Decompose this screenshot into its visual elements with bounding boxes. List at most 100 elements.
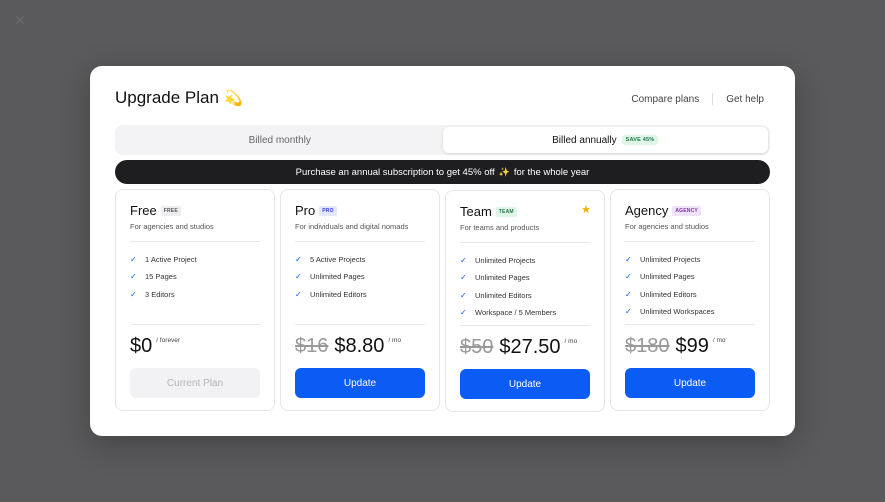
- plan-header: Agency AGENCY: [625, 203, 701, 218]
- plan-card-agency: Agency AGENCY For agencies and studios ✓…: [610, 189, 770, 411]
- plan-cards: Free FREE For agencies and studios ✓ 1 Ac…: [115, 189, 770, 412]
- billed-monthly-option[interactable]: Billed monthly: [117, 127, 443, 153]
- plan-card-free: Free FREE For agencies and studios ✓ 1 Ac…: [115, 189, 275, 411]
- check-icon: ✓: [625, 289, 632, 299]
- price-period: / mo: [712, 337, 726, 344]
- price: $27.50: [499, 336, 561, 358]
- price-row: $50 $27.50 / mo: [460, 336, 577, 359]
- feature-list: ✓ 1 Active Project ✓ 15 Pages ✓ 3 Editors: [130, 251, 197, 303]
- price-period: / mo: [564, 338, 578, 345]
- billed-annually-option[interactable]: Billed annually SAVE 45%: [442, 127, 768, 153]
- feature-list: ✓ Unlimited Projects ✓ Unlimited Pages ✓ Un…: [460, 252, 556, 321]
- update-button-agency[interactable]: Update: [625, 368, 755, 398]
- feature-label: 15 Pages: [145, 272, 177, 282]
- compare-plans-link[interactable]: Compare plans: [631, 94, 699, 105]
- divider: [130, 241, 260, 242]
- check-icon: ✓: [295, 289, 302, 299]
- star-icon: ★: [581, 204, 591, 216]
- plan-description: For teams and products: [460, 223, 540, 232]
- header-links-divider: [712, 93, 714, 105]
- feature-label: 5 Active Projects: [310, 255, 366, 265]
- check-icon: ✓: [625, 272, 632, 282]
- price-row: $0 / forever: [130, 335, 180, 358]
- dizzy-star-icon: 💫: [223, 90, 243, 107]
- old-price: $50: [460, 336, 494, 358]
- header-links: Compare plans Get help: [631, 93, 764, 105]
- close-icon[interactable]: ✕: [12, 12, 28, 28]
- feature-label: Unlimited Pages: [475, 273, 530, 283]
- plan-badge: FREE: [160, 205, 181, 216]
- feature-label: Unlimited Editors: [640, 289, 697, 299]
- check-icon: ✓: [130, 289, 137, 299]
- plan-description: For agencies and studios: [625, 222, 709, 231]
- plan-badge: AGENCY: [672, 205, 701, 216]
- feature-item: ✓ 5 Active Projects: [295, 251, 367, 268]
- feature-label: Unlimited Workspaces: [640, 307, 715, 317]
- feature-item: ✓ Unlimited Pages: [625, 268, 714, 285]
- sparkle-icon: ✨: [498, 166, 510, 177]
- plan-card-team: Team TEAM ★ For teams and products ✓ Unli…: [445, 190, 605, 412]
- modal-title: Upgrade Plan 💫: [115, 88, 243, 108]
- feature-label: 1 Active Project: [145, 255, 197, 265]
- current-plan-button: Current Plan: [130, 368, 260, 398]
- get-help-link[interactable]: Get help: [726, 94, 764, 105]
- check-icon: ✓: [295, 255, 302, 265]
- plan-name: Agency: [625, 203, 669, 218]
- divider: [625, 241, 755, 242]
- feature-item: ✓ 3 Editors: [130, 286, 197, 303]
- save-badge: SAVE 45%: [621, 135, 659, 145]
- feature-list: ✓ Unlimited Projects ✓ Unlimited Pages ✓ Un…: [625, 251, 714, 320]
- check-icon: ✓: [460, 308, 467, 318]
- feature-item: ✓ Unlimited Projects: [460, 252, 556, 269]
- price: $8.80: [334, 335, 385, 357]
- plan-header: Pro PRO: [295, 203, 337, 218]
- plan-badge: TEAM: [495, 206, 517, 217]
- feature-item: ✓ Unlimited Editors: [295, 286, 367, 303]
- update-button-pro[interactable]: Update: [295, 368, 425, 398]
- feature-label: Unlimited Editors: [310, 289, 367, 299]
- feature-label: Workspace / 5 Members: [475, 308, 557, 318]
- check-icon: ✓: [295, 272, 302, 282]
- plan-card-pro: Pro PRO For individuals and digital noma…: [280, 189, 440, 411]
- feature-item: ✓ Unlimited Projects: [625, 251, 714, 268]
- billing-toggle: Billed monthly Billed annually SAVE 45%: [115, 125, 770, 155]
- old-price: $180: [625, 335, 670, 357]
- old-price: $16: [295, 335, 329, 357]
- upgrade-plan-modal: Upgrade Plan 💫 Compare plans Get help Bi…: [90, 66, 795, 436]
- feature-item: ✓ Unlimited Editors: [625, 286, 714, 303]
- plan-name: Free: [130, 203, 157, 218]
- feature-label: 3 Editors: [145, 289, 175, 299]
- feature-label: Unlimited Projects: [640, 255, 701, 265]
- divider: [295, 241, 425, 242]
- check-icon: ✓: [460, 256, 467, 266]
- plan-description: For individuals and digital nomads: [295, 222, 409, 231]
- plan-badge: PRO: [319, 205, 337, 216]
- divider: [295, 324, 425, 325]
- price-row: $16 $8.80 / mo: [295, 335, 401, 358]
- check-icon: ✓: [460, 290, 467, 300]
- feature-item: ✓ Unlimited Editors: [460, 287, 556, 304]
- billed-annually-label: Billed annually: [552, 134, 617, 146]
- check-icon: ✓: [625, 307, 632, 317]
- promo-text-after: for the whole year: [513, 166, 590, 178]
- feature-label: Unlimited Pages: [640, 272, 695, 282]
- plan-header: Team TEAM: [460, 204, 517, 219]
- update-button-team[interactable]: Update: [460, 369, 590, 399]
- plan-header: Free FREE: [130, 203, 181, 218]
- promo-text-before: Purchase an annual subscription to get 4…: [295, 166, 495, 178]
- price: $0: [130, 335, 153, 357]
- billed-monthly-label: Billed monthly: [248, 134, 311, 146]
- price-period: / mo: [388, 337, 402, 344]
- check-icon: ✓: [130, 272, 137, 282]
- modal-title-text: Upgrade Plan: [115, 88, 219, 107]
- divider: [460, 325, 590, 326]
- feature-item: ✓ Workspace / 5 Members: [460, 304, 556, 321]
- feature-label: Unlimited Pages: [310, 272, 365, 282]
- feature-list: ✓ 5 Active Projects ✓ Unlimited Pages ✓ Unl…: [295, 251, 367, 303]
- plan-description: For agencies and studios: [130, 222, 214, 231]
- divider: [625, 324, 755, 325]
- promo-banner: Purchase an annual subscription to get 4…: [115, 160, 770, 184]
- check-icon: ✓: [460, 273, 467, 283]
- feature-item: ✓ Unlimited Workspaces: [625, 303, 714, 320]
- divider: [460, 242, 590, 243]
